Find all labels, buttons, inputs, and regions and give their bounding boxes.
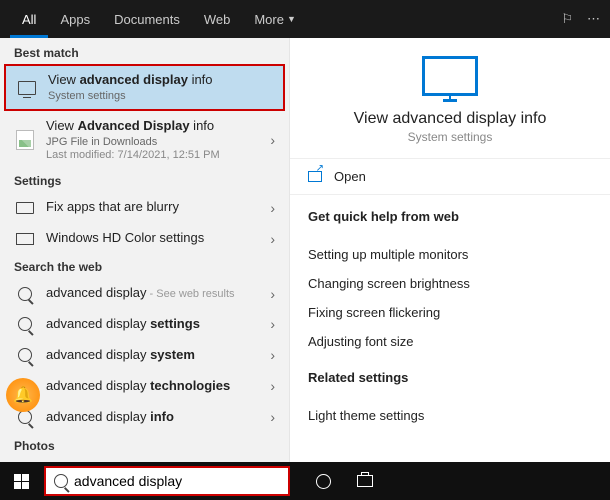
task-view-button[interactable] bbox=[344, 462, 386, 500]
task-view-icon bbox=[357, 475, 373, 487]
chevron-right-icon: › bbox=[270, 231, 275, 247]
notification-badge-icon[interactable]: 🔔 bbox=[6, 378, 40, 412]
more-options-icon[interactable]: ⋯ bbox=[587, 11, 600, 27]
chevron-right-icon: › bbox=[270, 200, 275, 216]
search-tabs-bar: All Apps Documents Web More▼ ⚐ ⋯ bbox=[0, 0, 610, 38]
preview-panel: View advanced display info System settin… bbox=[290, 38, 610, 462]
help-link-monitors[interactable]: Setting up multiple monitors bbox=[290, 240, 610, 269]
monitor-large-icon bbox=[422, 56, 478, 96]
open-icon bbox=[308, 171, 322, 182]
results-panel: Best match View advanced display info Sy… bbox=[0, 38, 290, 462]
chevron-right-icon: › bbox=[270, 316, 275, 332]
jpg-file-icon bbox=[16, 130, 34, 150]
tabs: All Apps Documents Web More▼ bbox=[10, 0, 308, 38]
section-best-match: Best match bbox=[0, 38, 289, 64]
search-icon bbox=[18, 410, 32, 424]
search-icon bbox=[18, 317, 32, 331]
web-result-0[interactable]: advanced display - See web results › bbox=[0, 278, 289, 309]
tab-apps[interactable]: Apps bbox=[48, 0, 102, 38]
tab-web[interactable]: Web bbox=[192, 0, 243, 38]
chevron-right-icon: › bbox=[270, 378, 275, 394]
settings-result-hdcolor[interactable]: Windows HD Color settings › bbox=[0, 223, 289, 254]
tab-more[interactable]: More▼ bbox=[242, 0, 308, 38]
chevron-right-icon: › bbox=[270, 409, 275, 425]
display-icon bbox=[16, 202, 34, 214]
best-match-result[interactable]: View advanced display info System settin… bbox=[4, 64, 285, 111]
related-heading: Related settings bbox=[308, 370, 592, 385]
web-result-1[interactable]: advanced display settings › bbox=[0, 309, 289, 340]
help-link-fontsize[interactable]: Adjusting font size bbox=[290, 327, 610, 356]
open-action[interactable]: Open bbox=[290, 159, 610, 195]
chevron-right-icon: › bbox=[270, 286, 275, 302]
file-result-jpg[interactable]: View Advanced Display info JPG File in D… bbox=[0, 111, 289, 168]
start-button[interactable] bbox=[0, 462, 42, 500]
web-result-3[interactable]: advanced display technologies › bbox=[0, 371, 289, 402]
feedback-icon[interactable]: ⚐ bbox=[561, 11, 573, 27]
search-box[interactable] bbox=[44, 466, 290, 496]
taskbar bbox=[0, 462, 610, 500]
tab-documents[interactable]: Documents bbox=[102, 0, 192, 38]
chevron-right-icon: › bbox=[270, 132, 275, 148]
help-link-brightness[interactable]: Changing screen brightness bbox=[290, 269, 610, 298]
section-search-web: Search the web bbox=[0, 254, 289, 278]
hd-icon bbox=[16, 233, 34, 245]
search-icon bbox=[54, 474, 68, 488]
cortana-button[interactable] bbox=[302, 462, 344, 500]
search-icon bbox=[18, 287, 32, 301]
windows-logo-icon bbox=[14, 474, 29, 489]
quick-help-heading: Get quick help from web bbox=[308, 209, 592, 224]
web-result-4[interactable]: advanced display info › bbox=[0, 402, 289, 433]
settings-result-blurry[interactable]: Fix apps that are blurry › bbox=[0, 192, 289, 223]
search-icon bbox=[18, 348, 32, 362]
tab-all[interactable]: All bbox=[10, 0, 48, 38]
preview-title: View advanced display info bbox=[300, 110, 600, 128]
section-photos: Photos bbox=[0, 433, 289, 457]
related-link-theme[interactable]: Light theme settings bbox=[290, 401, 610, 430]
cortana-icon bbox=[316, 474, 331, 489]
chevron-down-icon: ▼ bbox=[287, 14, 296, 24]
monitor-icon bbox=[18, 81, 36, 95]
web-result-2[interactable]: advanced display system › bbox=[0, 340, 289, 371]
chevron-right-icon: › bbox=[270, 347, 275, 363]
help-link-flickering[interactable]: Fixing screen flickering bbox=[290, 298, 610, 327]
preview-subtitle: System settings bbox=[300, 130, 600, 144]
search-input[interactable] bbox=[74, 473, 280, 489]
section-settings: Settings bbox=[0, 168, 289, 192]
